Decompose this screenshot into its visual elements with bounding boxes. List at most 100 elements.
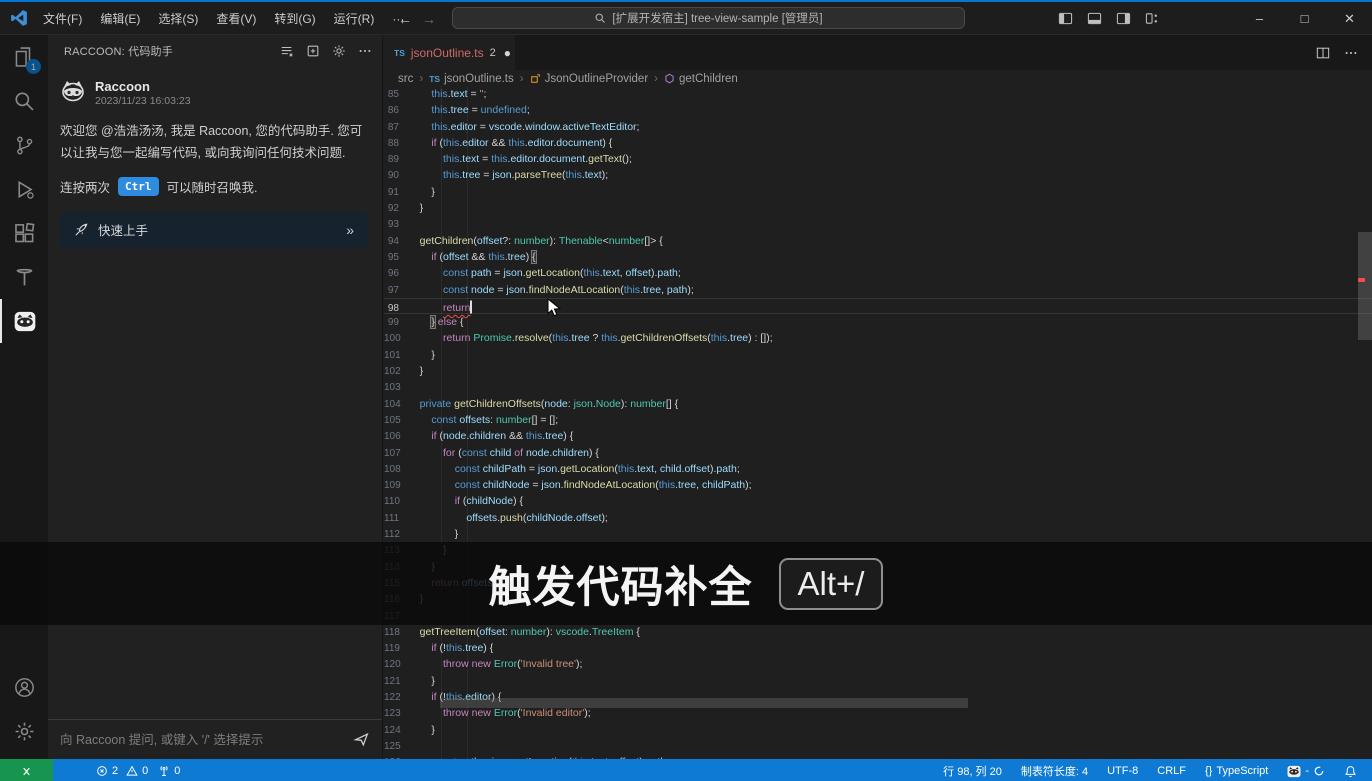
quickstart-button[interactable]: 快速上手 » bbox=[60, 212, 368, 248]
eol-status[interactable]: CRLF bbox=[1152, 759, 1191, 781]
notifications-bell-icon[interactable] bbox=[1339, 759, 1362, 781]
code-line-119[interactable]: 119 if (!this.tree) { bbox=[384, 640, 1372, 656]
activity-item-settings[interactable] bbox=[0, 709, 48, 753]
activity-item-search[interactable] bbox=[0, 79, 48, 123]
menu-item-4[interactable]: 转到(G) bbox=[265, 6, 324, 31]
breadcrumb-separator: › bbox=[520, 73, 524, 85]
editor-more-actions-icon[interactable] bbox=[1344, 46, 1358, 60]
code-line-100[interactable]: 100 return Promise.resolve(this.tree ? t… bbox=[384, 330, 1372, 346]
line-number: 87 bbox=[384, 120, 408, 136]
code-line-97[interactable]: 97 const node = json.findNodeAtLocation(… bbox=[384, 282, 1372, 298]
code-line-121[interactable]: 121 } bbox=[384, 673, 1372, 689]
code-line-98[interactable]: 98 return bbox=[384, 298, 1372, 314]
code-line-92[interactable]: 92 } bbox=[384, 200, 1372, 216]
conversation-list-icon[interactable] bbox=[280, 44, 294, 58]
code-line-124[interactable]: 124 } bbox=[384, 722, 1372, 738]
code-line-94[interactable]: 94 getChildren(offset?: number): Thenabl… bbox=[384, 233, 1372, 249]
language-status[interactable]: {} TypeScript bbox=[1200, 759, 1273, 781]
command-center-search[interactable]: [扩展开发宿主] tree-view-sample [管理员] bbox=[452, 7, 965, 29]
code-line-106[interactable]: 106 if (node.children && this.tree) { bbox=[384, 428, 1372, 444]
code-line-107[interactable]: 107 for (const child of node.children) { bbox=[384, 445, 1372, 461]
code-line-125[interactable]: 125 bbox=[384, 738, 1372, 754]
breadcrumb-item-src[interactable]: src bbox=[398, 73, 413, 85]
activity-item-raccoon[interactable] bbox=[0, 299, 48, 343]
code-line-87[interactable]: 87 this.editor = vscode.window.activeTex… bbox=[384, 119, 1372, 135]
raccoon-icon bbox=[14, 311, 36, 332]
assistant-name: Raccoon bbox=[95, 79, 191, 94]
menu-item-0[interactable]: 文件(F) bbox=[34, 6, 91, 31]
menu-item-1[interactable]: 编辑(E) bbox=[91, 6, 149, 31]
code-line-120[interactable]: 120 throw new Error('Invalid tree'); bbox=[384, 656, 1372, 672]
overlay-shortcut-key: Alt+/ bbox=[779, 558, 884, 610]
activity-item-extensions[interactable] bbox=[0, 211, 48, 255]
code-line-105[interactable]: 105 const offsets: number[] = []; bbox=[384, 412, 1372, 428]
nav-forward-button[interactable]: → bbox=[422, 11, 436, 27]
code-line-95[interactable]: 95 if (offset && this.tree) { bbox=[384, 249, 1372, 265]
activity-item-account[interactable] bbox=[0, 665, 48, 709]
code-line-110[interactable]: 110 if (childNode) { bbox=[384, 493, 1372, 509]
code-line-93[interactable]: 93 bbox=[384, 216, 1372, 232]
encoding-status[interactable]: UTF-8 bbox=[1102, 759, 1143, 781]
line-number: 99 bbox=[384, 315, 408, 331]
menu-item-5[interactable]: 运行(R) bbox=[325, 6, 384, 31]
activity-item-run-debug[interactable] bbox=[0, 167, 48, 211]
tab-jsonoutline[interactable]: TS jsonOutline.ts 2 ● bbox=[384, 35, 515, 70]
chat-input[interactable] bbox=[60, 733, 345, 747]
split-editor-icon[interactable] bbox=[1316, 46, 1330, 60]
minimize-button[interactable]: – bbox=[1237, 2, 1282, 35]
line-number: 124 bbox=[384, 723, 408, 739]
unsaved-dot-icon[interactable]: ● bbox=[504, 46, 511, 60]
code-line-111[interactable]: 111 offsets.push(childNode.offset); bbox=[384, 510, 1372, 526]
breadcrumb-item-jsonoutline-ts[interactable]: TSjsonOutline.ts bbox=[429, 73, 514, 85]
customize-layout-icon[interactable] bbox=[1145, 11, 1160, 26]
raccoon-status[interactable]: - bbox=[1282, 759, 1330, 781]
cursor-position-status[interactable]: 行 98, 列 20 bbox=[938, 759, 1007, 781]
code-line-90[interactable]: 90 this.tree = json.parseTree(this.text)… bbox=[384, 167, 1372, 183]
activity-item-source-control[interactable] bbox=[0, 123, 48, 167]
menu-item-2[interactable]: 选择(S) bbox=[149, 6, 207, 31]
code-line-89[interactable]: 89 this.text = this.editor.document.getT… bbox=[384, 151, 1372, 167]
activity-item-tool[interactable] bbox=[0, 255, 48, 299]
line-number: 120 bbox=[384, 657, 408, 673]
code-line-112[interactable]: 112 } bbox=[384, 526, 1372, 542]
breadcrumb-item-getchildren[interactable]: getChildren bbox=[664, 73, 738, 85]
account-icon bbox=[14, 677, 35, 698]
explorer-badge: 1 bbox=[26, 59, 41, 74]
nav-back-button[interactable]: ← bbox=[398, 11, 412, 27]
horizontal-scrollbar[interactable] bbox=[440, 698, 968, 708]
code-line-118[interactable]: 118 getTreeItem(offset: number): vscode.… bbox=[384, 624, 1372, 640]
indentation-status[interactable]: 制表符长度: 4 bbox=[1016, 759, 1093, 781]
code-line-96[interactable]: 96 const path = json.getLocation(this.te… bbox=[384, 265, 1372, 281]
breadcrumb-item-jsonoutlineprovider[interactable]: JsonOutlineProvider bbox=[530, 73, 649, 85]
send-icon[interactable] bbox=[353, 731, 370, 748]
code-area[interactable]: 85 this.text = '';86 this.tree = undefin… bbox=[384, 86, 1372, 759]
code-line-102[interactable]: 102 } bbox=[384, 363, 1372, 379]
code-line-99[interactable]: 99 } else { bbox=[384, 314, 1372, 330]
code-line-91[interactable]: 91 } bbox=[384, 184, 1372, 200]
problems-status[interactable]: 2 0 bbox=[91, 759, 153, 781]
maximize-button[interactable]: □ bbox=[1282, 2, 1327, 35]
close-button[interactable]: ✕ bbox=[1327, 2, 1372, 35]
toggle-sidebar-icon[interactable] bbox=[1058, 11, 1073, 26]
text-cursor bbox=[470, 300, 472, 313]
new-chat-icon[interactable] bbox=[306, 44, 320, 58]
ports-status[interactable]: 0 bbox=[153, 759, 185, 781]
activity-item-explorer[interactable]: 1 bbox=[0, 35, 48, 79]
code-line-109[interactable]: 109 const childNode = json.findNodeAtLoc… bbox=[384, 477, 1372, 493]
remote-indicator[interactable] bbox=[0, 759, 53, 781]
code-line-103[interactable]: 103 bbox=[384, 379, 1372, 395]
line-number: 122 bbox=[384, 690, 408, 706]
more-actions-icon[interactable] bbox=[358, 44, 372, 58]
code-line-108[interactable]: 108 const childPath = json.getLocation(t… bbox=[384, 461, 1372, 477]
code-line-88[interactable]: 88 if (this.editor && this.editor.docume… bbox=[384, 135, 1372, 151]
code-line-86[interactable]: 86 this.tree = undefined; bbox=[384, 102, 1372, 118]
code-line-104[interactable]: 104 private getChildrenOffsets(node: jso… bbox=[384, 396, 1372, 412]
code-line-85[interactable]: 85 this.text = ''; bbox=[384, 86, 1372, 102]
toggle-panel-icon[interactable] bbox=[1087, 11, 1102, 26]
menu-item-3[interactable]: 查看(V) bbox=[207, 6, 265, 31]
code-line-101[interactable]: 101 } bbox=[384, 347, 1372, 363]
settings-gear-icon[interactable] bbox=[332, 44, 346, 58]
toggle-secondary-sidebar-icon[interactable] bbox=[1116, 11, 1131, 26]
vertical-scrollbar[interactable] bbox=[1358, 232, 1372, 340]
line-number: 123 bbox=[384, 706, 408, 722]
